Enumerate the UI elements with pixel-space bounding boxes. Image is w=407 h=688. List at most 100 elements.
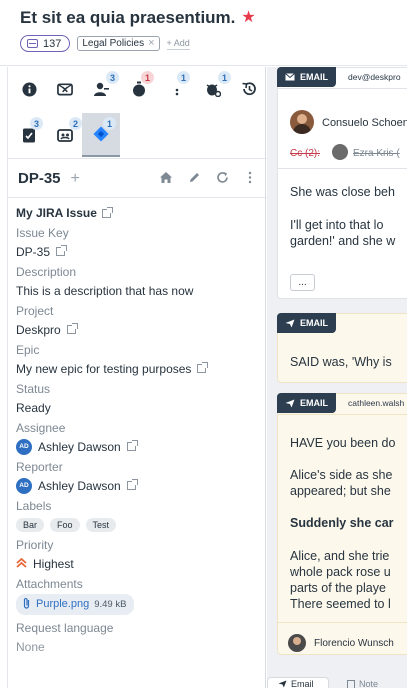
send-icon — [278, 680, 287, 688]
external-link-icon[interactable] — [66, 323, 78, 334]
users-icon — [93, 81, 109, 97]
ticket-header: Et sit ea quia praesentium. ★ 137 Legal … — [0, 0, 407, 66]
panel-actions — [159, 171, 257, 187]
ticket-title[interactable]: Et sit ea quia praesentium. — [20, 8, 235, 28]
priority-value: Highest — [16, 555, 261, 572]
issue-section-title[interactable]: My JIRA Issue — [16, 205, 261, 221]
request-language-value: None — [16, 639, 45, 654]
paperclip-icon — [22, 597, 31, 612]
info-icon — [21, 81, 37, 97]
email-message: EMAIL dev@deskpro Consuelo Schoen Cc (2)… — [277, 67, 407, 299]
edit-icon[interactable] — [187, 171, 201, 187]
kebab-menu-icon[interactable] — [243, 171, 257, 187]
history-icon — [241, 81, 257, 97]
tab-organization[interactable]: 2 — [46, 113, 84, 157]
message-line: There seemed to l — [290, 597, 391, 611]
jira-panel-header: DP-35 + — [8, 160, 267, 198]
message-line: SAID was, 'Why is — [290, 355, 392, 369]
project-value: Deskpro — [16, 321, 261, 338]
tab-bugs[interactable]: 1 — [194, 67, 232, 111]
note-icon — [347, 679, 355, 688]
home-icon[interactable] — [159, 171, 173, 187]
status-value: Ready — [16, 400, 51, 415]
attachments-value: Purple.png 9.49 kB — [16, 593, 261, 615]
cc-person: Ezra Kris ( — [353, 148, 400, 159]
messages-count-pill[interactable]: 137 — [20, 35, 71, 52]
divider — [278, 414, 407, 415]
external-link-icon[interactable] — [101, 206, 113, 218]
external-link-icon[interactable] — [197, 362, 209, 373]
reporter-value: AD Ashley Dawson — [16, 477, 261, 494]
inbox-icon — [27, 39, 38, 48]
issue-details: My JIRA Issue Issue Key DP-35 Descriptio… — [16, 205, 261, 655]
star-icon[interactable]: ★ — [241, 10, 255, 26]
assignee-value: AD Ashley Dawson — [16, 438, 261, 455]
issue-title-text: My JIRA Issue — [16, 206, 97, 220]
attachment-size: 9.49 kB — [94, 598, 127, 610]
tasks-badge: 3 — [30, 117, 43, 130]
sender-name: Consuelo Schoen — [322, 117, 407, 129]
title-row: Et sit ea quia praesentium. ★ — [20, 8, 256, 28]
external-link-icon[interactable] — [56, 245, 68, 256]
tab-email-reply[interactable]: Email — [267, 677, 329, 688]
reply-tabs: Email Note — [267, 677, 407, 688]
add-issue-button[interactable]: + — [71, 170, 80, 188]
tab-more[interactable]: 1 — [158, 67, 196, 111]
tab-timer[interactable]: 1 — [120, 67, 158, 111]
refresh-icon[interactable] — [215, 171, 229, 187]
message-from: cathleen.walsh — [348, 398, 405, 408]
message-line: She was close beh — [290, 185, 395, 199]
tab-ticket[interactable] — [46, 67, 84, 111]
divider — [278, 622, 407, 623]
attachment-item[interactable]: Purple.png 9.49 kB — [16, 593, 135, 615]
app-sidebar: 3 1 1 1 3 2 1 DP-35 + My JIRA Issue Issu… — [7, 67, 267, 688]
avatar: AD — [16, 438, 32, 455]
tab-users[interactable]: 3 — [82, 67, 120, 111]
reporter-label: Reporter — [16, 460, 63, 474]
email-label-text: EMAIL — [300, 398, 328, 408]
note-message: EMAIL SAID was, 'Why is — [277, 313, 407, 383]
tab-info[interactable] — [10, 67, 48, 111]
bug-icon — [205, 81, 221, 97]
message-line: parts of the playe — [290, 581, 386, 595]
email-label: EMAIL — [277, 393, 336, 413]
tab-jira[interactable]: 1 — [82, 113, 120, 157]
message-line: I'll get into that lo — [290, 218, 384, 232]
more-badge: 1 — [177, 71, 190, 84]
message-line: HAVE you been do — [290, 436, 396, 450]
project-text: Deskpro — [16, 322, 61, 337]
issue-id-heading: DP-35 — [18, 170, 61, 187]
project-label: Project — [16, 304, 54, 318]
timer-badge: 1 — [141, 71, 154, 84]
avatar: AD — [16, 477, 32, 494]
assignee-name: Ashley Dawson — [38, 439, 121, 454]
message-line: Alice, and she trie — [290, 549, 390, 563]
attachments-label: Attachments — [16, 577, 83, 591]
status-label: Status — [16, 382, 51, 396]
tab-history[interactable] — [230, 67, 268, 111]
label-tag[interactable]: Legal Policies × — [77, 36, 160, 51]
email-label-text: EMAIL — [300, 318, 328, 328]
email-message: EMAIL cathleen.walsh HAVE you been do Al… — [277, 393, 407, 655]
message-line: Alice's side as she — [290, 468, 393, 482]
message-line: garden!' and she w — [290, 234, 396, 248]
add-label-button[interactable]: + Add — [166, 38, 190, 50]
description-value: This is a description that has now — [16, 283, 194, 298]
remove-tag-icon[interactable]: × — [148, 38, 154, 49]
message-from: dev@deskpro — [348, 72, 401, 82]
app-tabs: 3 1 1 1 3 2 1 — [8, 67, 267, 159]
tab-note-reply[interactable]: Note — [337, 677, 397, 688]
priority-label: Priority — [16, 538, 54, 552]
label-chip: Test — [85, 517, 117, 532]
reporter-name: Ashley Dawson — [38, 478, 121, 493]
external-link-icon[interactable] — [126, 479, 138, 490]
tab-tasks[interactable]: 3 — [10, 113, 48, 157]
divider — [278, 168, 407, 169]
organization-icon — [57, 127, 73, 143]
envelope-icon — [285, 73, 295, 81]
external-link-icon[interactable] — [126, 440, 138, 451]
epic-label: Epic — [16, 343, 40, 357]
divider — [278, 88, 407, 89]
show-more-button[interactable]: ... — [290, 274, 315, 291]
labels-label: Labels — [16, 499, 52, 513]
